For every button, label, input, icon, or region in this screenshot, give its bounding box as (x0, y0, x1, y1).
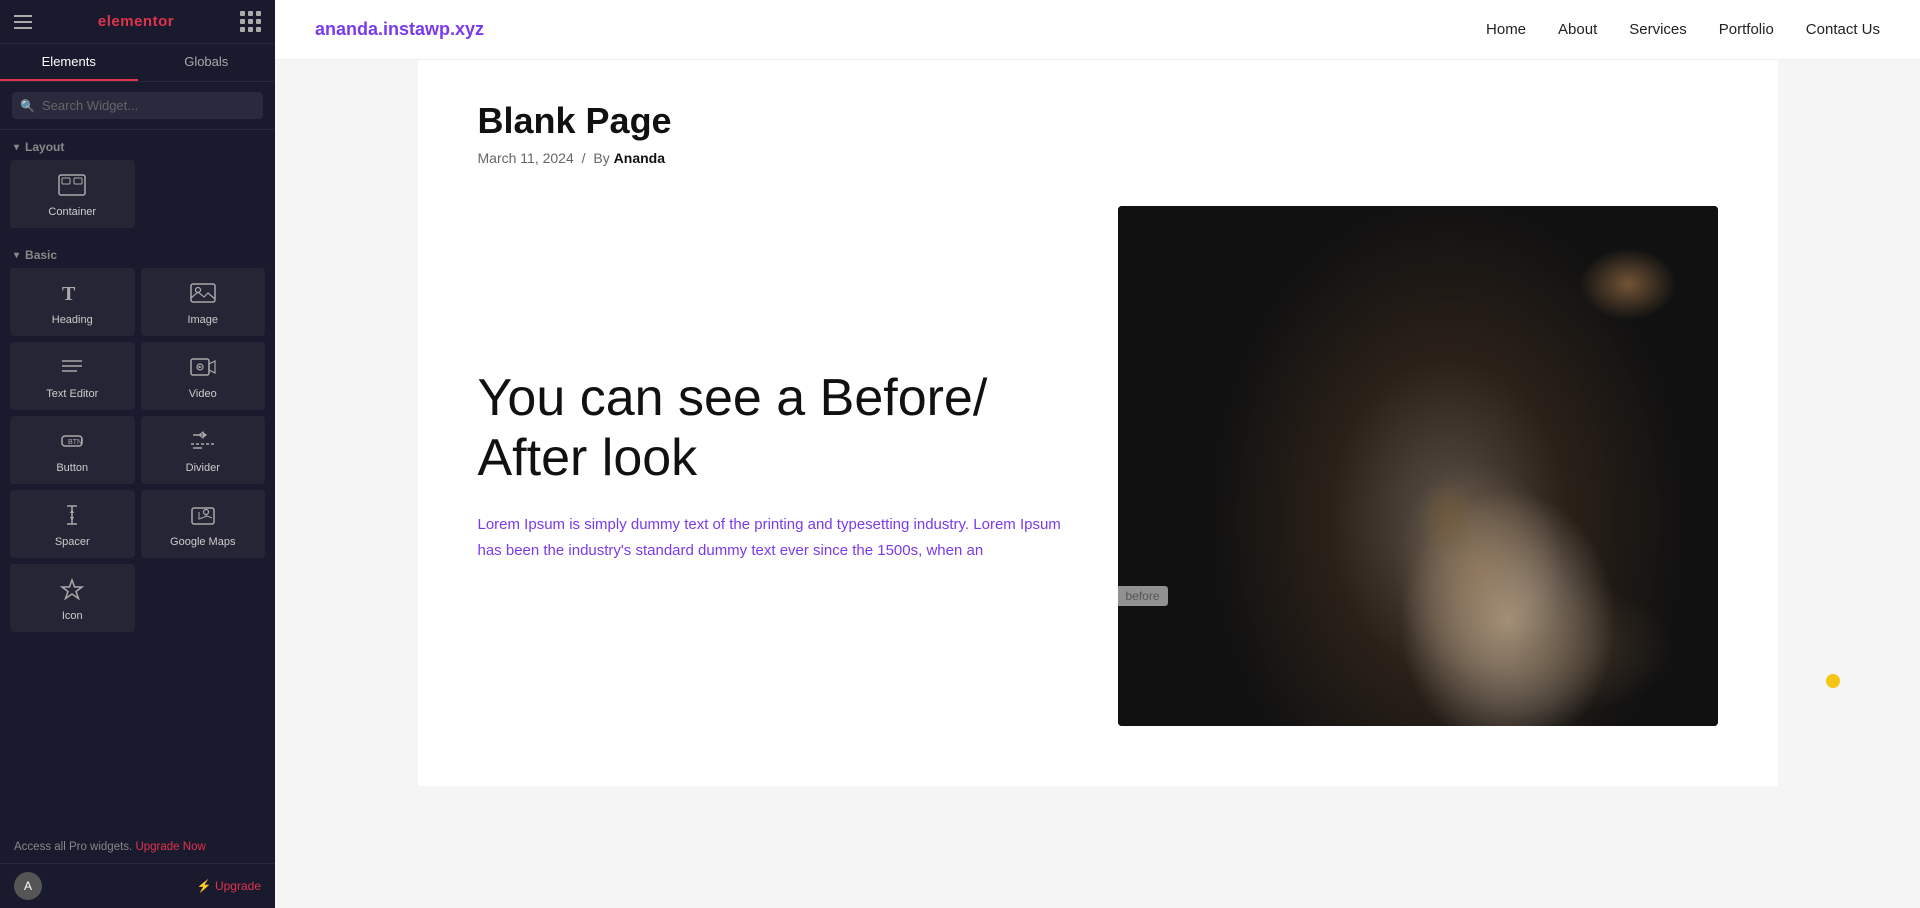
search-bar: 🔍 (0, 82, 275, 130)
video-icon (190, 356, 216, 382)
site-nav: ananda.instawp.xyz Home About Services P… (275, 0, 1920, 60)
google-maps-label: Google Maps (170, 536, 235, 548)
spacer-icon (59, 504, 85, 530)
user-area: A (14, 872, 42, 900)
svg-text:T: T (62, 283, 76, 304)
two-col-layout: You can see a Before/ After look Lorem I… (478, 206, 1718, 726)
heading-icon: T (59, 282, 85, 308)
container-icon (58, 174, 86, 200)
widget-spacer[interactable]: Spacer (10, 490, 135, 558)
basic-widgets-grid: T Heading Image (0, 268, 275, 642)
grid-apps-icon[interactable] (240, 11, 261, 32)
content-body: Lorem Ipsum is simply dummy text of the … (478, 512, 1078, 563)
sidebar: elementor Elements Globals 🔍 ▾ Layout (0, 0, 275, 908)
divider-label: Divider (186, 462, 220, 474)
button-icon: BTN (59, 430, 85, 456)
nav-portfolio[interactable]: Portfolio (1719, 21, 1774, 38)
google-maps-icon (190, 504, 216, 530)
before-label: before (1118, 586, 1168, 606)
page-content: Blank Page March 11, 2024 / By Ananda Yo… (418, 60, 1778, 786)
meta-date: March 11, 2024 (478, 150, 574, 166)
section-arrow-icon: ▾ (14, 142, 19, 153)
text-editor-label: Text Editor (46, 388, 98, 400)
avatar[interactable]: A (14, 872, 42, 900)
image-column: before (1118, 206, 1718, 726)
main-content: ananda.instawp.xyz Home About Services P… (275, 0, 1920, 908)
sidebar-brand: elementor (98, 13, 174, 30)
container-label: Container (48, 206, 96, 218)
site-logo[interactable]: ananda.instawp.xyz (315, 19, 484, 40)
tab-elements[interactable]: Elements (0, 44, 138, 81)
collapse-handle[interactable]: ‹ (273, 436, 275, 472)
image-overlay (1118, 206, 1718, 726)
text-column: You can see a Before/ After look Lorem I… (478, 369, 1078, 564)
svg-text:BTN: BTN (68, 439, 82, 446)
lion-image: before (1118, 206, 1718, 726)
video-label: Video (189, 388, 217, 400)
widget-heading[interactable]: T Heading (10, 268, 135, 336)
meta-sep: / (582, 150, 586, 166)
heading-label: Heading (52, 314, 93, 326)
search-icon: 🔍 (20, 99, 35, 113)
image-label: Image (187, 314, 218, 326)
content-heading: You can see a Before/ After look (478, 369, 1078, 489)
spacer-label: Spacer (55, 536, 90, 548)
image-icon (190, 282, 216, 308)
hamburger-menu[interactable] (14, 15, 32, 29)
nav-services[interactable]: Services (1629, 21, 1687, 38)
icon-label: Icon (62, 610, 83, 622)
sidebar-bottom: A ⚡ Upgrade (0, 863, 275, 908)
section-layout-label: ▾ Layout (0, 130, 275, 160)
layout-widgets-grid: Container (0, 160, 275, 238)
widget-button[interactable]: BTN Button (10, 416, 135, 484)
widget-image[interactable]: Image (141, 268, 266, 336)
nav-contact[interactable]: Contact Us (1806, 21, 1880, 38)
icon-widget-icon (59, 578, 85, 604)
divider-icon (190, 430, 216, 456)
upgrade-now-link[interactable]: Upgrade Now (135, 841, 205, 853)
meta-author: Ananda (614, 150, 665, 166)
sidebar-header: elementor (0, 0, 275, 44)
upgrade-button[interactable]: ⚡ Upgrade (197, 879, 261, 893)
tab-globals[interactable]: Globals (138, 44, 276, 81)
nav-about[interactable]: About (1558, 21, 1597, 38)
widget-container[interactable]: Container (10, 160, 135, 228)
nav-home[interactable]: Home (1486, 21, 1526, 38)
section-basic-arrow-icon: ▾ (14, 250, 19, 261)
widget-video[interactable]: Video (141, 342, 266, 410)
widget-divider[interactable]: Divider (141, 416, 266, 484)
page-meta: March 11, 2024 / By Ananda (478, 150, 1718, 166)
text-editor-icon (59, 356, 85, 382)
nav-links: Home About Services Portfolio Contact Us (1486, 21, 1880, 38)
meta-by: By (593, 150, 609, 166)
widget-text-editor[interactable]: Text Editor (10, 342, 135, 410)
section-basic-label: ▾ Basic (0, 238, 275, 268)
widget-icon[interactable]: Icon (10, 564, 135, 632)
page-title: Blank Page (478, 100, 1718, 142)
sidebar-tabs: Elements Globals (0, 44, 275, 82)
widget-google-maps[interactable]: Google Maps (141, 490, 266, 558)
upgrade-notice: Access all Pro widgets. Upgrade Now (0, 835, 275, 863)
button-label: Button (56, 462, 88, 474)
search-input[interactable] (12, 92, 263, 119)
